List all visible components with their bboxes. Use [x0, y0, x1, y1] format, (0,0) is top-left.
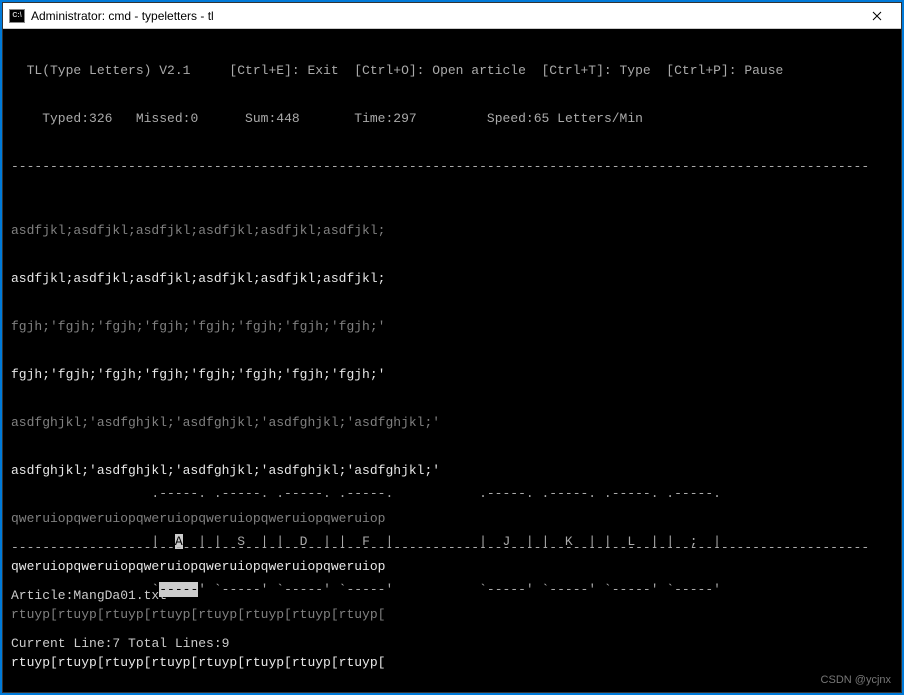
stat-time: 297 — [393, 111, 416, 126]
titlebar[interactable]: C:\ Administrator: cmd - typeletters - t… — [3, 3, 901, 29]
total-lines: 9 — [222, 636, 230, 651]
practice-line-target: asdfghjkl;'asdfghjkl;'asdfghjkl;'asdfghj… — [11, 415, 893, 431]
terminal-area[interactable]: TL(Type Letters) V2.1 [Ctrl+E]: Exit [Ct… — [3, 29, 901, 692]
app-window: C:\ Administrator: cmd - typeletters - t… — [2, 2, 902, 693]
stat-typed: 326 — [89, 111, 112, 126]
stat-speed: 65 — [534, 111, 550, 126]
footer-progress: Current Line:7 Total Lines:9 — [11, 636, 893, 652]
divider-top: ----------------------------------------… — [11, 159, 893, 175]
divider-bottom: ----------------------------------------… — [11, 540, 893, 556]
footer-article: Article:MangDa01.txt — [11, 588, 893, 604]
footer: ----------------------------------------… — [11, 508, 893, 684]
article-name: MangDa01.txt — [73, 588, 167, 603]
app-header-stats: Typed:326 Missed:0 Sum:448 Time:297 Spee… — [11, 111, 893, 127]
keyboard-row-top: .-----. .-----. .-----. .-----. .-----. … — [11, 486, 893, 502]
practice-line-target: fgjh;'fgjh;'fgjh;'fgjh;'fgjh;'fgjh;'fgjh… — [11, 319, 893, 335]
watermark: CSDN @ycjnx — [821, 672, 891, 688]
close-button[interactable] — [855, 4, 899, 28]
stat-sum: 448 — [276, 111, 299, 126]
practice-line-target: asdfjkl;asdfjkl;asdfjkl;asdfjkl;asdfjkl;… — [11, 223, 893, 239]
cmd-icon: C:\ — [9, 9, 25, 23]
close-icon — [872, 11, 882, 21]
practice-line-typed: asdfjkl;asdfjkl;asdfjkl;asdfjkl;asdfjkl;… — [11, 271, 893, 287]
practice-line-typed: fgjh;'fgjh;'fgjh;'fgjh;'fgjh;'fgjh;'fgjh… — [11, 367, 893, 383]
window-title: Administrator: cmd - typeletters - tl — [31, 9, 855, 23]
app-header-help: TL(Type Letters) V2.1 [Ctrl+E]: Exit [Ct… — [11, 63, 893, 79]
